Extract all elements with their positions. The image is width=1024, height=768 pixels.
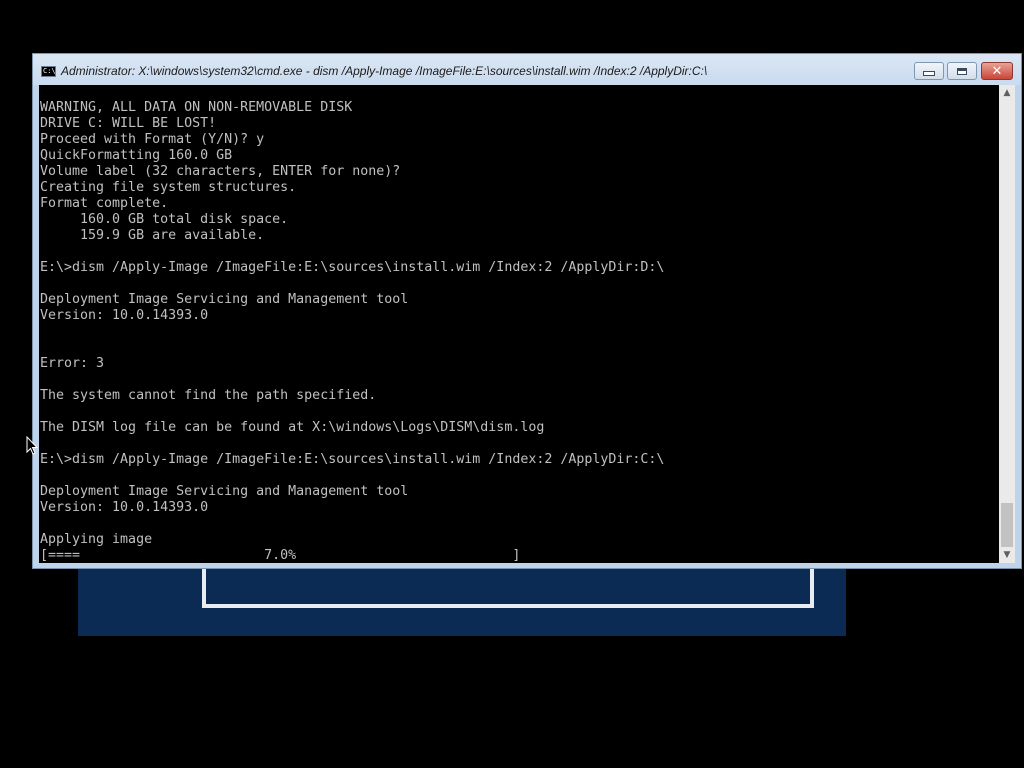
window-title: Administrator: X:\windows\system32\cmd.e… (61, 64, 708, 78)
maximize-button[interactable] (947, 62, 977, 80)
minimize-icon (923, 70, 935, 76)
title-bar[interactable]: C:\ Administrator: X:\windows\system32\c… (33, 54, 1021, 85)
close-icon: ✕ (991, 63, 1003, 79)
scroll-down-icon[interactable]: ▼ (999, 547, 1015, 563)
cmd-icon[interactable]: C:\ (41, 66, 56, 77)
scrollbar-thumb[interactable] (1001, 503, 1013, 547)
maximize-icon (957, 67, 967, 75)
setup-background-window (78, 568, 846, 636)
console-text: WARNING, ALL DATA ON NON-REMOVABLE DISK … (40, 100, 665, 563)
mouse-pointer-icon (26, 436, 38, 455)
console-output[interactable]: WARNING, ALL DATA ON NON-REMOVABLE DISK … (39, 85, 999, 563)
vertical-scrollbar[interactable]: ▲ ▼ (999, 85, 1015, 563)
command-prompt-window[interactable]: C:\ Administrator: X:\windows\system32\c… (32, 53, 1022, 569)
minimize-button[interactable] (914, 62, 944, 80)
scroll-up-icon[interactable]: ▲ (999, 85, 1015, 101)
setup-dialog-frame (202, 568, 814, 608)
close-button[interactable]: ✕ (981, 62, 1013, 80)
